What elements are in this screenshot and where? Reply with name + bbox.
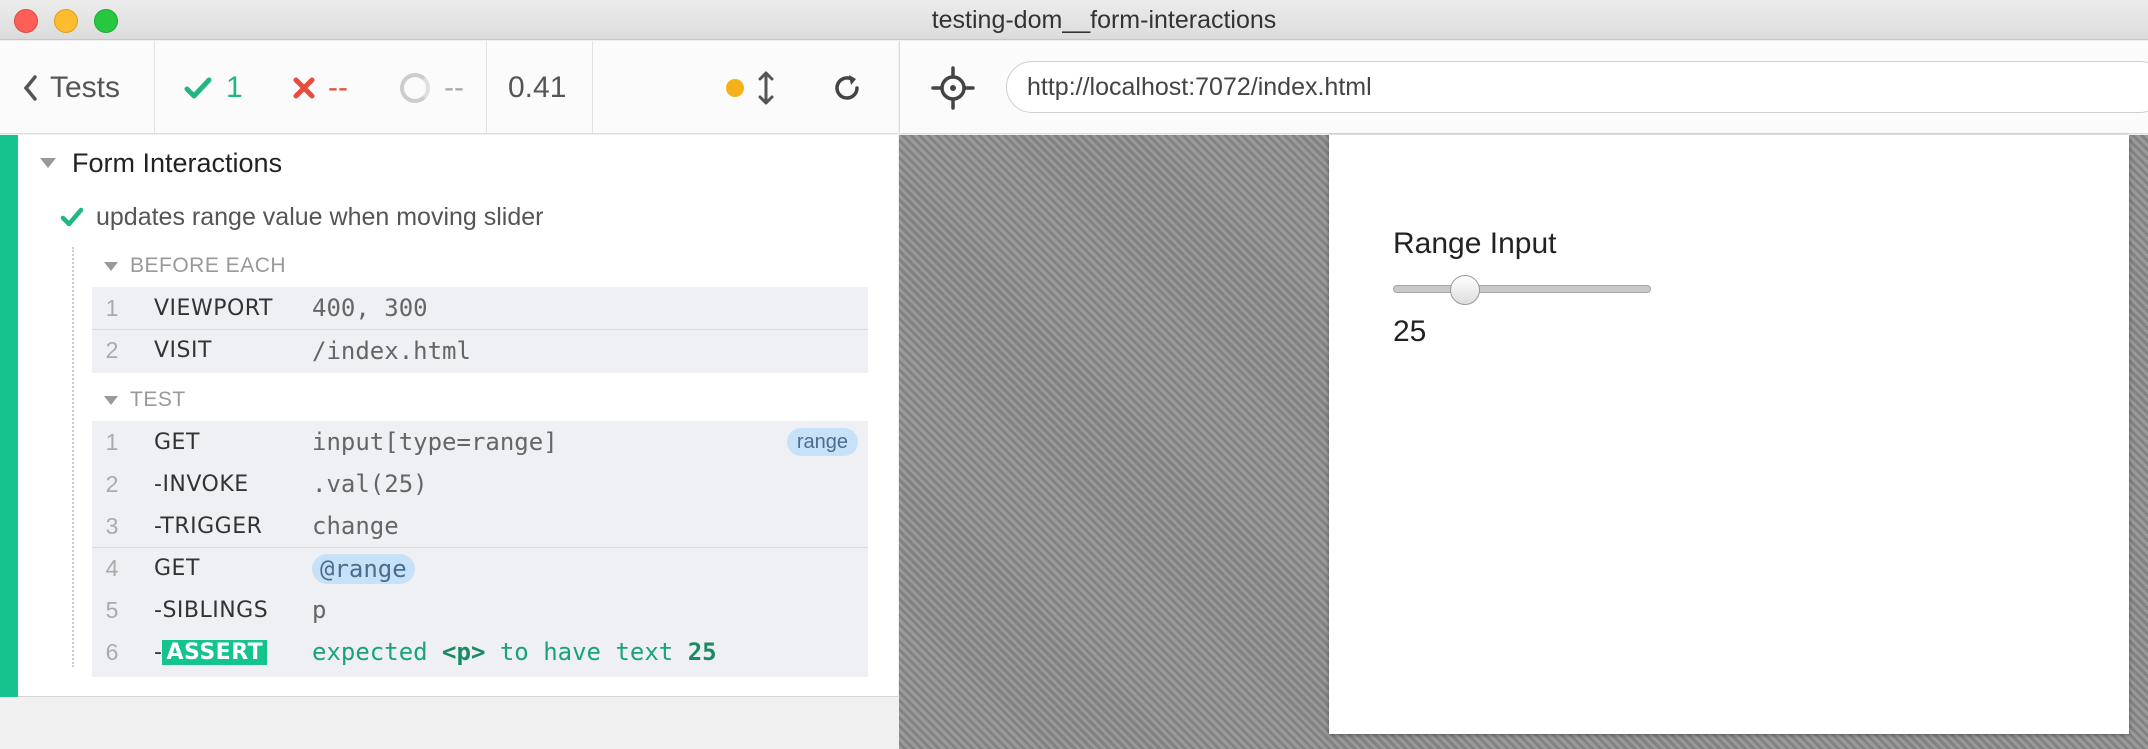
command-row[interactable]: 6 - ASSERT expected <p> to have text 25 [92,631,868,673]
chevron-left-icon [23,74,37,101]
before-each-commands: 1 VIEWPORT 400, 300 2 VISIT /index.html [92,287,868,373]
assert-part: expected [312,638,428,666]
alias-pill: @range [312,553,415,584]
back-to-tests-button[interactable]: Tests [22,41,120,134]
status-dot-icon [726,78,744,97]
test-title[interactable]: updates range value when moving slider [60,197,544,237]
passed-count: 1 [184,41,243,134]
range-slider-thumb[interactable] [1450,275,1480,305]
rerun-tests-button[interactable] [832,41,862,134]
assert-expected: 25 [687,638,717,666]
vertical-arrows-icon [758,71,774,104]
toolbar-divider [486,41,487,134]
running-indicator-dot [726,41,744,134]
suite-status-bar [0,135,18,697]
check-icon [60,207,84,227]
range-slider-track[interactable] [1393,285,1651,293]
command-number: 1 [105,294,119,321]
command-name: VISIT [154,338,212,363]
suite-title[interactable]: Form Interactions [40,143,282,183]
command-number: 3 [105,512,119,539]
failed-count-value: -- [328,70,348,104]
command-number: 5 [105,596,119,623]
test-title-label: updates range value when moving slider [96,202,544,231]
command-log-reporter: Form Interactions updates range value wh… [0,135,898,697]
url-bar: http://localhost:7072/index.html [899,41,2148,134]
hook-guide-line [72,247,74,667]
command-row[interactable]: 2 -INVOKE .val(25) [92,463,868,505]
pending-count: -- [400,41,464,134]
command-name: -INVOKE [154,471,249,497]
url-field[interactable]: http://localhost:7072/index.html [1006,61,2148,113]
x-icon [293,77,315,98]
test-commands: 1 GET input[type=range] range 2 -INVOKE … [92,421,868,677]
range-input-label: Range Input [1393,227,1557,260]
test-hook-title[interactable]: TEST [104,383,186,417]
pending-count-value: -- [444,70,464,104]
runner-toolbar: Tests 1 -- -- 0.41 [0,41,898,134]
command-number: 6 [105,638,119,665]
command-row[interactable]: 2 VISIT /index.html [92,329,868,371]
spinner-icon [400,72,430,103]
viewport-resize-button[interactable] [758,41,774,134]
reload-icon [835,74,859,100]
hook-label: TEST [130,388,186,411]
range-value-text: 25 [1393,315,1427,348]
command-row[interactable]: 5 -SIBLINGS p [92,589,868,631]
command-message: change [312,512,399,540]
collapse-triangle-icon [104,395,118,405]
command-number: 2 [105,470,119,497]
assert-subject: <p> [442,638,486,666]
command-name: VIEWPORT [154,295,273,321]
run-duration: 0.41 [508,70,567,104]
command-message: 400, 300 [312,294,428,322]
command-number: 2 [105,337,119,363]
window-title: testing-dom__form-interactions [931,6,1277,34]
command-message: p [312,596,327,624]
command-number: 1 [105,428,119,455]
command-row[interactable]: 1 VIEWPORT 400, 300 [92,287,868,329]
command-message: /index.html [312,336,471,365]
assert-label: ASSERT [162,639,268,665]
command-name: -SIBLINGS [154,597,269,623]
toolbar-divider [154,41,155,134]
assert-message: expected <p> to have text 25 [312,638,717,666]
back-label: Tests [50,70,121,104]
collapse-triangle-icon [104,261,118,271]
command-row[interactable]: 3 -TRIGGER change [92,505,868,547]
toolbar-divider [592,41,593,134]
failed-count: -- [292,41,348,134]
suite-title-label: Form Interactions [72,147,283,178]
before-each-hook-title[interactable]: BEFORE EACH [104,249,286,283]
command-row[interactable]: 1 GET input[type=range] range [92,421,868,463]
command-row[interactable]: 4 GET @range [92,547,868,589]
selector-playground-crosshair-icon[interactable] [928,63,978,113]
check-icon [184,77,212,98]
alias-badge: range [786,428,858,456]
window-title-bar: testing-dom__form-interactions [0,0,2148,40]
app-iframe: Range Input 25 [1329,135,2129,734]
command-message: .val(25) [312,470,428,498]
command-name: GET [154,429,200,455]
command-name: - ASSERT [154,639,268,665]
command-message: @range [312,553,415,584]
command-name: GET [154,556,200,581]
passed-count-value: 1 [226,70,243,104]
assert-part: to have text [499,638,674,666]
hook-label: BEFORE EACH [130,254,287,277]
command-message: input[type=range] [312,428,558,456]
collapse-triangle-icon [40,158,56,168]
reporter-empty-area [0,697,898,749]
command-name: -TRIGGER [154,513,263,539]
app-under-test-area: Range Input 25 [899,135,2148,749]
command-number: 4 [105,555,119,581]
